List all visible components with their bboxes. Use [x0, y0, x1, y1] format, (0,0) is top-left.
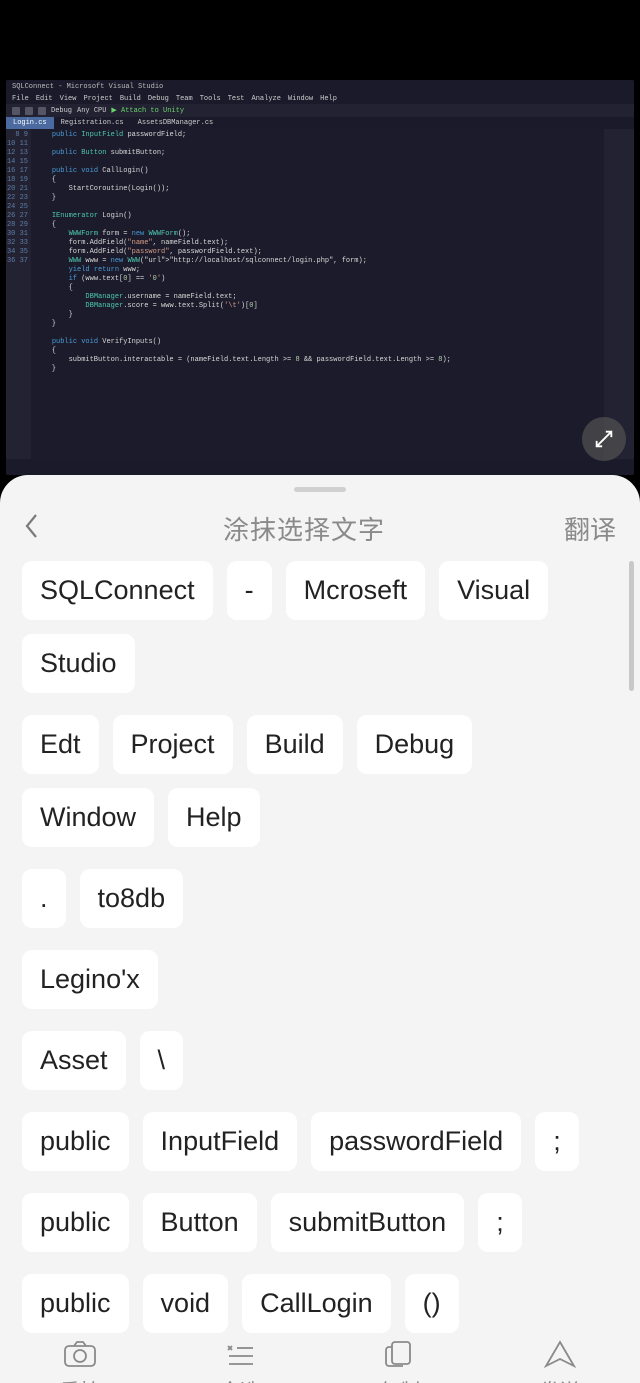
line-number-gutter: 8 9 10 11 12 13 14 15 16 17 18 19 20 21 … [6, 129, 31, 459]
vs-editor-body: 8 9 10 11 12 13 14 15 16 17 18 19 20 21 … [6, 129, 634, 459]
ocr-token[interactable]: Window [22, 788, 154, 847]
retake-label: 重拍 [60, 1375, 100, 1383]
token-row: Legino'x [22, 950, 618, 1009]
ocr-token[interactable]: . [22, 869, 66, 928]
vs-tab: Login.cs [6, 117, 54, 129]
sheet-title: 涂抹选择文字 [223, 510, 385, 547]
expand-fullscreen-button[interactable] [582, 417, 626, 461]
ocr-token[interactable]: CallLogin [242, 1274, 391, 1333]
ocr-token[interactable]: ; [535, 1112, 579, 1171]
code-editor-content: public InputField passwordField; public … [31, 129, 604, 459]
vs-menu-item: Help [320, 95, 337, 103]
vs-platform-label: Any CPU [77, 107, 106, 115]
vs-menu-bar: File Edit View Project Build Debug Team Tools Te… [6, 94, 634, 104]
bottom-action-bar: 重拍 全选 复制 发送 [0, 1333, 640, 1383]
chevron-left-icon [24, 513, 40, 539]
copy-button[interactable]: 复制 [380, 1339, 420, 1383]
ocr-token[interactable]: InputField [143, 1112, 298, 1171]
copy-icon [383, 1339, 417, 1369]
retake-button[interactable]: 重拍 [60, 1339, 100, 1383]
vs-window-title: SQLConnect - Microsoft Visual Studio [6, 80, 634, 94]
vs-menu-item: Analyze [252, 95, 281, 103]
toolbar-icon [12, 107, 20, 115]
vs-tab: AssetsDBManager.cs [131, 117, 221, 129]
camera-icon [63, 1339, 97, 1369]
scrollbar-thumb[interactable] [629, 561, 634, 691]
ocr-token[interactable]: ; [478, 1193, 522, 1252]
ocr-token[interactable]: submitButton [271, 1193, 465, 1252]
ocr-token[interactable]: to8db [80, 869, 184, 928]
ocr-token[interactable]: Asset [22, 1031, 126, 1090]
vs-config-label: Debug [51, 107, 72, 115]
ocr-token[interactable]: Edt [22, 715, 99, 774]
vs-menu-item: View [60, 95, 77, 103]
translate-button[interactable]: 翻译 [564, 510, 616, 547]
token-row: Asset\ [22, 1031, 618, 1090]
vs-menu-item: Window [288, 95, 313, 103]
photo-black-margin [0, 0, 640, 80]
vs-menu-item: Edit [36, 95, 53, 103]
send-label: 发送 [540, 1375, 580, 1383]
send-icon [543, 1339, 577, 1369]
ocr-token[interactable]: Legino'x [22, 950, 158, 1009]
toolbar-icon [38, 107, 46, 115]
vs-run-label: ▶ Attach to Unity [111, 106, 184, 115]
token-row: SQLConnect-McroseftVisual Studio [22, 561, 618, 693]
monitor-screenshot: SQLConnect - Microsoft Visual Studio Fil… [6, 80, 634, 475]
ocr-token[interactable]: public [22, 1193, 129, 1252]
ocr-token[interactable]: Studio [22, 634, 135, 693]
vs-menu-item: File [12, 95, 29, 103]
expand-icon [593, 428, 615, 450]
app-root: SQLConnect - Microsoft Visual Studio Fil… [0, 0, 640, 1383]
ocr-token[interactable]: SQLConnect [22, 561, 213, 620]
token-row: .to8db [22, 869, 618, 928]
token-row: publicButtonsubmitButton; [22, 1193, 618, 1252]
vs-tab: Registration.cs [54, 117, 131, 129]
ocr-token[interactable]: - [227, 561, 272, 620]
vs-editor-tabs: Login.csRegistration.csAssetsDBManager.c… [6, 117, 634, 129]
vs-toolbar: Debug Any CPU ▶ Attach to Unity [6, 104, 634, 117]
ocr-result-sheet: 涂抹选择文字 翻译 SQLConnect-McroseftVisual Studi… [0, 475, 640, 1383]
sheet-header: 涂抹选择文字 翻译 [0, 492, 640, 555]
toolbar-icon [25, 107, 33, 115]
ocr-token[interactable]: () [405, 1274, 459, 1333]
ocr-token[interactable]: Button [143, 1193, 257, 1252]
token-row: EdtProjectBuildDebug WindowHelp [22, 715, 618, 847]
vs-menu-item: Build [120, 95, 141, 103]
back-button[interactable] [24, 513, 44, 544]
vs-menu-item: Test [228, 95, 245, 103]
ocr-token[interactable]: public [22, 1112, 129, 1171]
vs-menu-item: Project [83, 95, 112, 103]
ocr-token[interactable]: Build [247, 715, 343, 774]
token-row: publicvoidCallLogin() [22, 1274, 618, 1333]
ocr-token[interactable]: void [143, 1274, 229, 1333]
tokens-scroll-area[interactable]: SQLConnect-McroseftVisual Studio EdtProjec… [0, 555, 640, 1333]
copy-label: 复制 [380, 1375, 420, 1383]
ocr-token[interactable]: Visual [439, 561, 548, 620]
vs-menu-item: Debug [148, 95, 169, 103]
select-all-label: 全选 [220, 1375, 260, 1383]
token-row: publicInputFieldpasswordField; [22, 1112, 618, 1171]
send-button[interactable]: 发送 [540, 1339, 580, 1383]
vs-menu-item: Tools [200, 95, 221, 103]
solution-explorer-panel [604, 129, 634, 459]
select-all-button[interactable]: 全选 [220, 1339, 260, 1383]
ocr-token[interactable]: Debug [357, 715, 473, 774]
ocr-token[interactable]: public [22, 1274, 129, 1333]
ocr-token[interactable]: Mcroseft [286, 561, 426, 620]
ocr-token[interactable]: \ [140, 1031, 184, 1090]
ocr-token[interactable]: passwordField [311, 1112, 521, 1171]
select-all-icon [223, 1339, 257, 1369]
ocr-token[interactable]: Help [168, 788, 260, 847]
vs-menu-item: Team [176, 95, 193, 103]
ocr-token[interactable]: Project [113, 715, 233, 774]
captured-photo-area: SQLConnect - Microsoft Visual Studio Fil… [0, 0, 640, 475]
tokens-list: SQLConnect-McroseftVisual Studio EdtProjec… [22, 561, 618, 1333]
